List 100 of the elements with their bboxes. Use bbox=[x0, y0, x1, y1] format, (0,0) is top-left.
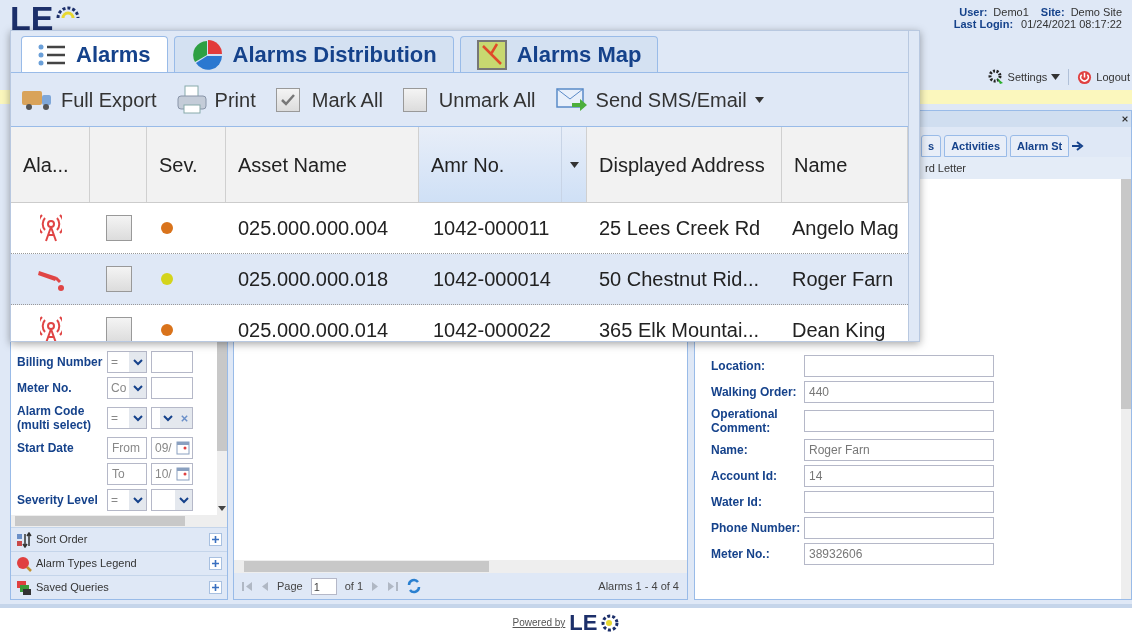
checkbox[interactable] bbox=[275, 87, 300, 112]
logo-text: LE bbox=[569, 611, 598, 634]
accordion-title: Saved Queries bbox=[36, 580, 110, 596]
menu-button[interactable]: Send SMS/Email bbox=[555, 84, 764, 115]
tab[interactable]: s bbox=[921, 135, 942, 157]
input-field[interactable]: 38932606 bbox=[804, 543, 994, 565]
next-page-icon[interactable] bbox=[371, 581, 380, 591]
last-page-icon[interactable] bbox=[387, 581, 399, 591]
multi-select-field[interactable] bbox=[151, 407, 193, 429]
logo-text: LE bbox=[10, 0, 54, 36]
table-cell-text: Roger Farn bbox=[791, 267, 895, 292]
date-field[interactable]: 09/ bbox=[151, 437, 193, 459]
input-field[interactable]: Roger Farn bbox=[804, 439, 994, 461]
table-cell-text: 50 Chestnut Rid... bbox=[598, 267, 761, 292]
input-field[interactable]: 14 bbox=[804, 465, 994, 487]
previous-page-icon[interactable] bbox=[261, 581, 269, 591]
expand-button[interactable] bbox=[209, 557, 222, 570]
table-cell-text: 1042-000022 bbox=[432, 318, 552, 341]
close-icon[interactable] bbox=[1121, 115, 1129, 123]
table-cell-text: Angelo Mag bbox=[791, 216, 900, 241]
settings-button[interactable]: Settings bbox=[987, 68, 1061, 86]
calendar-icon[interactable] bbox=[176, 441, 190, 455]
first-page-icon[interactable] bbox=[242, 581, 253, 591]
filter-label: Start Date bbox=[17, 441, 75, 455]
table-cell-text: 25 Lees Creek Rd bbox=[598, 216, 762, 241]
site-label: Site: bbox=[1040, 6, 1065, 18]
checkbox[interactable] bbox=[105, 266, 132, 292]
operator-select[interactable]: Co bbox=[107, 377, 147, 399]
checkbox[interactable] bbox=[105, 215, 132, 241]
tab[interactable]: Alarm St bbox=[1010, 135, 1070, 157]
input-field[interactable] bbox=[804, 410, 994, 432]
magnifier-icon bbox=[16, 555, 32, 572]
toolbar-button[interactable]: Full Export bbox=[21, 84, 157, 115]
stacked-windows-icon bbox=[16, 579, 32, 596]
table-cell-text: 1042-000014 bbox=[432, 267, 552, 292]
table-cell-text: 1042-000011 bbox=[432, 216, 551, 241]
expand-button[interactable] bbox=[209, 581, 222, 594]
operator-select[interactable]: = bbox=[107, 407, 147, 429]
horizontal-scrollbar[interactable] bbox=[234, 560, 687, 573]
operator-select[interactable]: = bbox=[107, 351, 147, 373]
accordion-title: Sort Order bbox=[36, 532, 89, 548]
input-field[interactable] bbox=[804, 517, 994, 539]
calendar-icon[interactable] bbox=[176, 467, 190, 481]
power-icon bbox=[1077, 69, 1093, 85]
scroll-right-icon[interactable] bbox=[1072, 141, 1085, 151]
tab[interactable]: Alarms bbox=[21, 36, 168, 72]
checkbox[interactable] bbox=[105, 317, 132, 341]
caret-icon bbox=[569, 161, 579, 168]
tab[interactable]: Alarms Map bbox=[459, 36, 659, 72]
caret-icon bbox=[754, 96, 764, 103]
range-field[interactable]: From bbox=[107, 437, 147, 459]
checkmark-icon bbox=[279, 92, 296, 107]
refresh-icon[interactable] bbox=[406, 578, 423, 594]
table-row[interactable]: 025.000.000.018 1042-000014 50 Chestnut Rid... Roger Farn bbox=[11, 254, 908, 305]
gear-icon bbox=[987, 69, 1004, 85]
field-label: Phone Number: bbox=[711, 521, 802, 535]
filter-label: Billing Number bbox=[17, 355, 103, 369]
accordion-header[interactable]: Sort Order bbox=[11, 527, 227, 551]
sort-icon bbox=[16, 531, 32, 548]
table-cell-text: 025.000.000.014 bbox=[237, 318, 390, 341]
date-field[interactable]: 10/ bbox=[151, 463, 193, 485]
input-field[interactable]: 440 bbox=[804, 381, 994, 403]
powered-by-link[interactable]: Powered by bbox=[512, 615, 566, 630]
table-cell-text: Dean King bbox=[791, 318, 887, 341]
input-field[interactable] bbox=[804, 355, 994, 377]
gear-logo-icon bbox=[601, 613, 620, 632]
toolbar-button[interactable]: Unmark All bbox=[402, 84, 536, 115]
input-field[interactable] bbox=[151, 377, 193, 399]
column-header[interactable]: Sev. bbox=[147, 127, 226, 202]
value-select[interactable] bbox=[151, 489, 193, 511]
expand-button[interactable] bbox=[209, 533, 222, 546]
toolbar-button[interactable]: Print bbox=[176, 84, 256, 115]
field-label: Name: bbox=[711, 443, 749, 457]
input-field[interactable] bbox=[804, 491, 994, 513]
last-login-label: Last Login: bbox=[953, 18, 1014, 30]
horizontal-scrollbar[interactable] bbox=[11, 515, 227, 527]
filter-label: Severity Level bbox=[17, 493, 99, 507]
list-icon bbox=[38, 43, 66, 66]
page-count: of 1 bbox=[344, 578, 364, 594]
caret-icon bbox=[1051, 74, 1061, 80]
table-row[interactable]: 025.000.000.004 1042-000011 25 Lees Creek Rd Angelo Mag bbox=[11, 203, 908, 254]
plus-icon bbox=[211, 535, 220, 544]
column-header[interactable]: Amr No. bbox=[419, 127, 587, 202]
accordion-header[interactable]: Alarm Types Legend bbox=[11, 551, 227, 575]
checkbox[interactable] bbox=[402, 87, 427, 112]
input-field[interactable] bbox=[151, 351, 193, 373]
toolbar-button[interactable]: rd Letter bbox=[925, 159, 966, 177]
tab[interactable]: Alarms Distribution bbox=[173, 36, 454, 72]
tab[interactable]: Activities bbox=[944, 135, 1008, 157]
chevron-down-icon bbox=[132, 358, 143, 366]
antenna-icon bbox=[39, 214, 62, 242]
logout-button[interactable]: Logout bbox=[1077, 68, 1130, 86]
scroll-down-icon[interactable] bbox=[218, 504, 226, 513]
operator-select[interactable]: = bbox=[107, 489, 147, 511]
page-field[interactable]: 1 bbox=[310, 577, 337, 595]
toolbar-button[interactable]: Mark All bbox=[275, 84, 383, 115]
table-row[interactable]: 025.000.000.014 1042-000022 365 Elk Mountai... Dean King bbox=[11, 305, 908, 341]
range-field[interactable]: To bbox=[107, 463, 147, 485]
column-header[interactable]: Displayed Address bbox=[587, 127, 782, 202]
column-header[interactable]: Ala... bbox=[11, 127, 90, 202]
